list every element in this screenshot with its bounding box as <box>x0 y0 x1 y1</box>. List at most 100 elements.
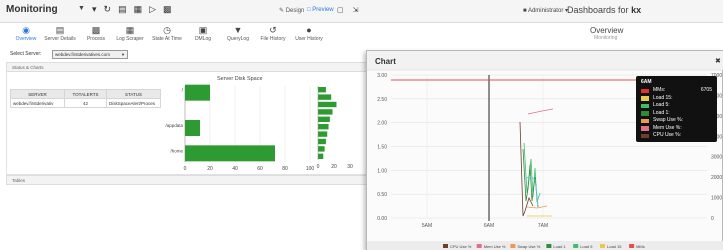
y-tick-label: 1.00 <box>377 168 387 174</box>
popup-header-bar <box>367 51 723 70</box>
y-tick-label: 2.50 <box>377 97 387 103</box>
alerts-table: SERVER TOTALERTS STATUS webdev.firstderi… <box>10 89 161 108</box>
toolbar-item-user-history[interactable]: ● User History <box>294 24 324 42</box>
design-mode-button[interactable]: ✎ Design <box>279 7 304 14</box>
legend-label: Load 15 <box>607 244 622 249</box>
preview-mode-button[interactable]: □ Preview <box>307 7 334 13</box>
navigation-toolbar: ◉ Overview ▤ Server Details ▩ Process ▦ Log … <box>0 23 632 48</box>
column-header[interactable]: SERVER <box>10 89 65 99</box>
column-header[interactable]: STATUS <box>106 89 161 99</box>
series-line <box>527 108 554 115</box>
y-tick-label: 1.50 <box>377 145 387 151</box>
status-charts-header[interactable]: Status & Charts <box>6 62 370 72</box>
legend-swatch <box>546 244 552 248</box>
close-icon[interactable]: ✖ <box>715 57 721 65</box>
server-select-value: webdev.firstderivatives.com <box>55 52 110 57</box>
server-icon: ▤ <box>55 25 65 35</box>
open-file-icon[interactable]: ▤ <box>118 4 127 15</box>
tooltip-swatch <box>641 103 649 108</box>
eye-icon: ◉ <box>22 25 30 35</box>
y2-tick-label: 2000 <box>711 175 722 181</box>
save-icon[interactable]: ▦ <box>134 4 143 15</box>
tables-header[interactable]: Tables <box>6 175 370 185</box>
toolbar-item-file-history[interactable]: ↺ File History <box>259 24 287 42</box>
tooltip-row: MMs: 6705 <box>641 87 712 95</box>
y-tick-label: 3.00 <box>377 73 387 79</box>
tooltip-label: Mem Use %: <box>653 124 682 131</box>
series-line <box>523 142 541 203</box>
toolbar-label: DMLog <box>194 36 212 42</box>
toolbar-label: File History <box>260 36 286 42</box>
user-menu[interactable]: ■ Administrator ▾ <box>523 7 568 14</box>
category-label: /appdata <box>165 123 183 128</box>
toolbar-label: Server Details <box>44 36 76 42</box>
tooltip-label: Load 15: <box>653 94 673 101</box>
toolbar-item-process[interactable]: ▩ Process <box>84 24 108 42</box>
menu-icon[interactable]: ▾ <box>92 4 97 15</box>
column-header[interactable]: TOTALERTS <box>64 89 107 99</box>
bar <box>318 94 332 100</box>
tooltip-row: Load 15: <box>641 95 712 103</box>
y2-tick-label: 0 <box>711 216 714 222</box>
toolbar-item-server-details[interactable]: ▤ Server Details <box>43 24 77 42</box>
list-icon[interactable]: ▩ <box>163 4 172 15</box>
bar <box>318 101 337 108</box>
brand-text: Dashboards for <box>567 5 629 15</box>
history-icon: ↺ <box>269 25 277 35</box>
y2-tick-label: 1000 <box>711 196 722 202</box>
tooltip-label: Load 1: <box>653 109 670 116</box>
toolbar-item-dmlog[interactable]: ▣ DMLog <box>192 24 214 42</box>
tooltip-swatch <box>641 88 649 93</box>
secondary-bar-chart: 0 20 30 <box>317 86 353 170</box>
bar <box>318 146 325 152</box>
bar <box>318 124 329 130</box>
x-tick-label: 5AM <box>422 223 432 229</box>
bar <box>185 120 200 136</box>
process-icon: ▩ <box>91 25 101 35</box>
tooltip-label: CPU Use %: <box>653 132 682 138</box>
table-row[interactable]: webdev.firstderivativ 42 DiskSpaceAlert/… <box>10 98 161 108</box>
y2-tick-label: 3000 <box>711 155 722 161</box>
brand-mark: kx <box>631 5 642 15</box>
filter-icon: ▼ <box>233 25 243 35</box>
app-menu-caret-icon[interactable]: ▼ <box>78 5 85 12</box>
design-mode-label: Design <box>285 8 305 14</box>
table-cell: webdev.firstderivativ <box>10 98 65 108</box>
app-title[interactable]: Monitoring <box>6 4 58 15</box>
top-bar-actions: ▾ ↻ ▤ ▦ ▷ ▩ <box>92 4 172 15</box>
tooltip-swatch <box>641 126 649 131</box>
toolbar-item-state-at-time[interactable]: ◷ State At Time <box>150 24 184 42</box>
tooltip-label: Swap Use %: <box>653 117 684 123</box>
toolbar-label: QueryLog <box>227 36 249 42</box>
legend-swatch <box>629 244 635 248</box>
toolbar-item-querylog[interactable]: ▼ QueryLog <box>226 24 250 42</box>
expand-icon[interactable]: ⇲ <box>353 6 359 14</box>
log-scraper-icon: ▦ <box>125 25 135 35</box>
tooltip-header: 6AM <box>641 79 652 85</box>
legend-label: Load 1 <box>553 244 566 249</box>
legend-label: Swap Use % <box>517 244 540 249</box>
tables-label: Tables <box>12 178 26 183</box>
page-title: Overview <box>590 26 624 35</box>
tooltip-swatch <box>641 118 649 123</box>
series-line <box>519 121 534 217</box>
view-actions: ▢ ⇲ <box>337 6 359 14</box>
legend-swatch <box>443 244 448 248</box>
fullscreen-icon[interactable]: ▢ <box>337 6 344 14</box>
tooltip-swatch <box>641 133 649 138</box>
x-tick-label: 6AM <box>484 223 494 229</box>
table-cell: 42 <box>64 98 107 108</box>
brand-logo: Dashboards for kx <box>567 5 641 15</box>
tooltip-label: MMs: <box>653 87 666 93</box>
toolbar-label: User History <box>295 36 323 42</box>
server-select-label: Select Server: <box>10 51 42 57</box>
legend-swatch <box>476 244 482 248</box>
legend-label: CPU Use % <box>450 244 472 249</box>
x-tick-label: 30 <box>347 164 353 170</box>
bar <box>318 131 328 137</box>
toolbar-item-log-scraper[interactable]: ▦ Log Scraper <box>115 24 145 42</box>
toolbar-item-overview[interactable]: ◉ Overview <box>13 24 39 42</box>
tree-icon[interactable]: ▷ <box>149 4 156 15</box>
server-select[interactable]: webdev.firstderivatives.com ▼ <box>52 50 128 59</box>
refresh-icon[interactable]: ↻ <box>104 4 112 15</box>
